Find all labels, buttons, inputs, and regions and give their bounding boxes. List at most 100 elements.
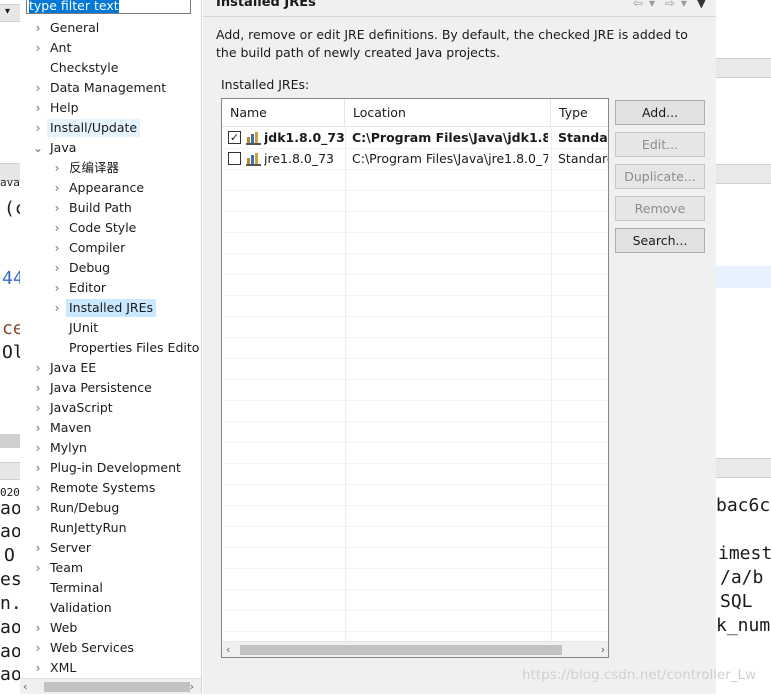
tree-item[interactable]: › Remote Systems [20, 478, 202, 498]
collapsed-chevron-icon[interactable]: › [33, 638, 43, 658]
bg-text: /a/b [720, 567, 764, 588]
tree-item[interactable]: › Debug [20, 258, 202, 278]
duplicate-button[interactable]: Duplicate... [615, 164, 705, 189]
scroll-right-icon[interactable]: › [190, 679, 194, 695]
collapsed-chevron-icon[interactable]: › [33, 78, 43, 98]
grid-line [222, 232, 608, 233]
tree-item[interactable]: › Web [20, 618, 202, 638]
column-header-name[interactable]: Name [222, 99, 345, 127]
tree-item[interactable]: ⌄ Java [20, 138, 202, 158]
scroll-thumb[interactable] [44, 682, 190, 692]
tree-item[interactable]: Properties Files Edito [20, 338, 202, 358]
tree-item-label: Appearance [69, 180, 145, 195]
table-row[interactable]: jre1.8.0_73 C:\Program Files\Java\jre1.8… [222, 148, 608, 169]
tree-item[interactable]: › Ant [20, 38, 202, 58]
tree-item[interactable]: › Compiler [20, 238, 202, 258]
tree-item-label: Java [50, 140, 77, 155]
bg-text: ao [0, 617, 22, 638]
forward-menu-icon[interactable]: ▾ [681, 0, 687, 10]
search-button[interactable]: Search... [615, 228, 705, 253]
collapsed-chevron-icon[interactable]: › [33, 558, 43, 578]
collapsed-chevron-icon[interactable]: › [33, 618, 43, 638]
tree-item[interactable]: › Run/Debug [20, 498, 202, 518]
collapsed-chevron-icon[interactable]: › [33, 658, 43, 678]
tree-item[interactable]: › Appearance [20, 178, 202, 198]
collapsed-chevron-icon[interactable]: › [33, 378, 43, 398]
edit-button[interactable]: Edit... [615, 132, 705, 157]
tree-item[interactable]: › Build Path [20, 198, 202, 218]
tree-item-label: Team [50, 560, 84, 575]
collapsed-chevron-icon[interactable]: › [52, 178, 62, 198]
scroll-left-icon[interactable]: ‹ [226, 642, 230, 657]
tree-item[interactable]: › JavaScript [20, 398, 202, 418]
collapsed-chevron-icon[interactable]: › [52, 238, 62, 258]
collapsed-chevron-icon[interactable]: › [52, 198, 62, 218]
jre-checkbox[interactable]: ✓ [228, 131, 241, 144]
tree-item[interactable]: › General [20, 18, 202, 38]
scroll-left-icon[interactable]: ‹ [23, 679, 27, 695]
collapsed-chevron-icon[interactable]: › [52, 218, 62, 238]
collapsed-chevron-icon[interactable]: › [33, 38, 43, 58]
tree-item[interactable]: Terminal [20, 578, 202, 598]
tree-item[interactable]: › Server [20, 538, 202, 558]
tree-item[interactable]: › Web Services [20, 638, 202, 658]
bg-toolbar-strip: ▾ [0, 4, 20, 22]
collapsed-chevron-icon[interactable]: › [33, 18, 43, 38]
tree-item[interactable]: RunJettyRun [20, 518, 202, 538]
collapsed-chevron-icon[interactable]: › [33, 398, 43, 418]
collapsed-chevron-icon[interactable]: › [33, 458, 43, 478]
title-separator [203, 16, 716, 17]
add-button[interactable]: Add... [615, 100, 705, 125]
tree-item[interactable]: › Code Style [20, 218, 202, 238]
jre-type: Standard [558, 130, 608, 145]
tree-item[interactable]: › Editor [20, 278, 202, 298]
collapsed-chevron-icon[interactable]: › [52, 158, 62, 178]
tree-item[interactable]: › XML [20, 658, 202, 678]
collapsed-chevron-icon[interactable]: › [52, 298, 62, 318]
back-menu-icon[interactable]: ▾ [649, 0, 655, 10]
tree-item[interactable]: Checkstyle [20, 58, 202, 78]
remove-button[interactable]: Remove [615, 196, 705, 221]
collapsed-chevron-icon[interactable]: › [33, 358, 43, 378]
bg-text: SQL [720, 591, 753, 612]
tree-horizontal-scrollbar[interactable]: ‹ › [20, 678, 201, 694]
tree-item[interactable]: › Maven [20, 418, 202, 438]
table-row[interactable]: ✓ jdk1.8.0_73... C:\Program Files\Java\j… [222, 127, 608, 148]
collapsed-chevron-icon[interactable]: › [52, 278, 62, 298]
forward-icon[interactable]: ⇨ [665, 0, 675, 10]
tree-item-label: Checkstyle [50, 60, 119, 75]
tree-item[interactable]: › Installed JREs [20, 298, 202, 318]
collapsed-chevron-icon[interactable]: › [33, 498, 43, 518]
column-header-type[interactable]: Type [551, 99, 608, 127]
collapsed-chevron-icon[interactable]: › [33, 118, 43, 138]
table-horizontal-scrollbar[interactable]: ‹ › [222, 641, 608, 657]
filter-input[interactable]: type filter text [26, 0, 191, 14]
scroll-right-icon[interactable]: › [601, 642, 605, 657]
tree-item[interactable]: › Data Management [20, 78, 202, 98]
expanded-chevron-icon[interactable]: ⌄ [33, 138, 43, 158]
collapsed-chevron-icon[interactable]: › [33, 438, 43, 458]
tree-item-label: Server [50, 540, 91, 555]
tree-item[interactable]: › Mylyn [20, 438, 202, 458]
collapsed-chevron-icon[interactable]: › [33, 478, 43, 498]
collapsed-chevron-icon[interactable]: › [33, 418, 43, 438]
installed-jres-label: Installed JREs: [221, 77, 310, 92]
tree-item[interactable]: › 反编译器 [20, 158, 202, 178]
collapsed-chevron-icon[interactable]: › [33, 538, 43, 558]
tree-item[interactable]: › Install/Update [20, 118, 202, 138]
back-icon[interactable]: ⇦ [633, 0, 643, 10]
tree-item[interactable]: › Team [20, 558, 202, 578]
column-header-location[interactable]: Location [345, 99, 551, 127]
tree-item[interactable]: › Help [20, 98, 202, 118]
jre-checkbox[interactable] [228, 152, 241, 165]
tree-item[interactable]: › Java Persistence [20, 378, 202, 398]
tree-item[interactable]: › Java EE [20, 358, 202, 378]
tree-item[interactable]: JUnit [20, 318, 202, 338]
collapsed-chevron-icon[interactable]: › [33, 98, 43, 118]
scroll-thumb[interactable] [240, 645, 562, 655]
grid-line [222, 169, 608, 170]
tree-item[interactable]: › Plug-in Development [20, 458, 202, 478]
tree-item[interactable]: Validation [20, 598, 202, 618]
collapsed-chevron-icon[interactable]: › [52, 258, 62, 278]
view-menu-icon[interactable]: ▼ [697, 0, 706, 10]
